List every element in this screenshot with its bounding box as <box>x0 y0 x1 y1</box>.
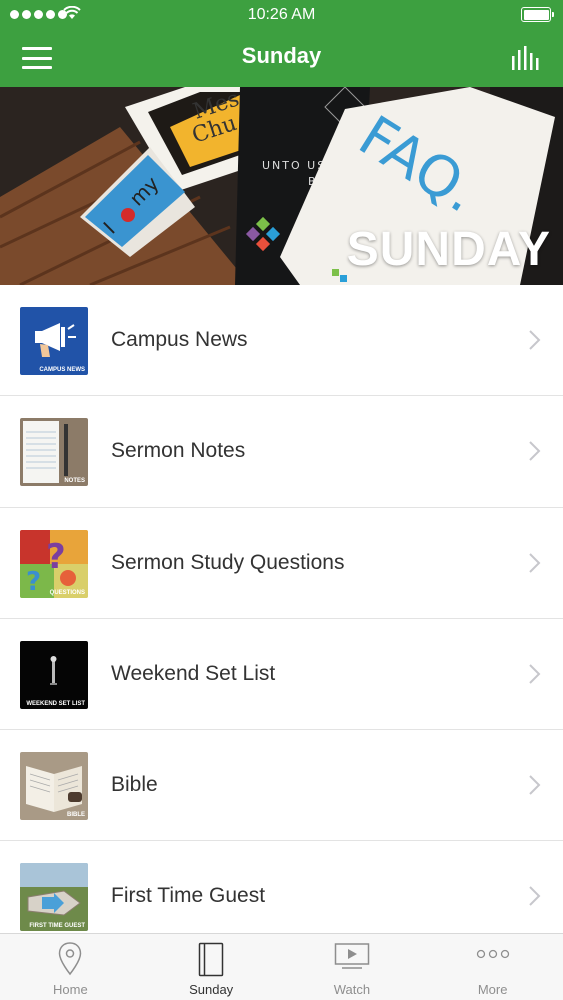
page-title: Sunday <box>241 43 322 68</box>
thumb-caption: BIBLE <box>67 812 85 819</box>
question-marks-icon: ? ? QUESTIONS <box>20 529 88 598</box>
thumb-caption: NOTES <box>64 478 85 485</box>
tab-label: Home <box>53 982 88 997</box>
tab-label: More <box>477 982 508 997</box>
tab-watch[interactable]: Watch <box>282 934 423 1000</box>
status-time: 10:26 AM <box>247 6 316 23</box>
book-icon: BIBLE <box>20 752 88 821</box>
content-list: CAMPUS NEWS Campus News NOTES Sermon Not… <box>0 285 563 953</box>
more-dots-icon <box>476 949 509 959</box>
tab-bar: Home Sunday Watch More <box>0 933 563 1000</box>
thumb-caption: CAMPUS NEWS <box>39 367 85 373</box>
thumb-caption: QUESTIONS <box>49 589 85 596</box>
chevron-right-icon <box>529 441 541 462</box>
chevron-right-icon <box>529 886 541 907</box>
list-item-sermon-study-questions[interactable]: ? ? QUESTIONS Sermon Study Questions <box>0 507 563 619</box>
megaphone-icon: CAMPUS NEWS <box>20 307 88 375</box>
list-item-label: Bible <box>111 773 158 797</box>
list-item-label: Weekend Set List <box>111 661 276 685</box>
book-tab-icon <box>198 942 224 977</box>
chevron-right-icon <box>529 330 541 350</box>
tab-home[interactable]: Home <box>0 934 141 1000</box>
tab-more[interactable]: More <box>422 934 563 1000</box>
hero-title: SUNDAY <box>346 223 551 276</box>
location-pin-icon <box>59 942 82 976</box>
status-bar: 10:26 AM <box>0 0 563 30</box>
play-screen-icon <box>334 943 370 969</box>
thumb-caption: WEEKEND SET LIST <box>26 700 85 707</box>
nav-bar: Sunday <box>0 30 563 87</box>
svg-text:?: ? <box>26 567 41 597</box>
svg-text:UNTO US: UNTO US <box>262 159 326 172</box>
list-item-label: Campus News <box>111 328 248 351</box>
tab-sunday[interactable]: Sunday <box>141 934 282 1000</box>
tab-label: Sunday <box>189 982 234 997</box>
sign-icon: FIRST TIME GUEST <box>20 863 88 932</box>
list-item-sermon-notes[interactable]: NOTES Sermon Notes <box>0 396 563 508</box>
list-item-label: First Time Guest <box>111 884 266 908</box>
list-item-bible[interactable]: BIBLE Bible <box>0 730 563 842</box>
notebook-icon: NOTES <box>20 418 88 487</box>
chevron-right-icon <box>529 775 541 795</box>
tab-label: Watch <box>333 982 371 997</box>
bar-chart-icon[interactable] <box>511 46 543 70</box>
svg-text:?: ? <box>46 537 66 577</box>
list-item-label: Sermon Study Questions <box>111 550 345 574</box>
thumb-caption: FIRST TIME GUEST <box>29 923 85 930</box>
list-item-campus-news[interactable]: CAMPUS NEWS Campus News <box>0 285 563 397</box>
hero-banner: Mes Chu I my UNTO US B FAQ. SUNDAY <box>0 87 563 285</box>
chevron-right-icon <box>529 664 541 684</box>
chevron-right-icon <box>529 552 541 573</box>
list-item-weekend-set-list[interactable]: WEEKEND SET LIST Weekend Set List <box>0 618 563 731</box>
list-item-label: Sermon Notes <box>111 439 246 463</box>
microphone-icon: WEEKEND SET LIST <box>20 640 88 709</box>
battery-icon <box>521 7 554 22</box>
